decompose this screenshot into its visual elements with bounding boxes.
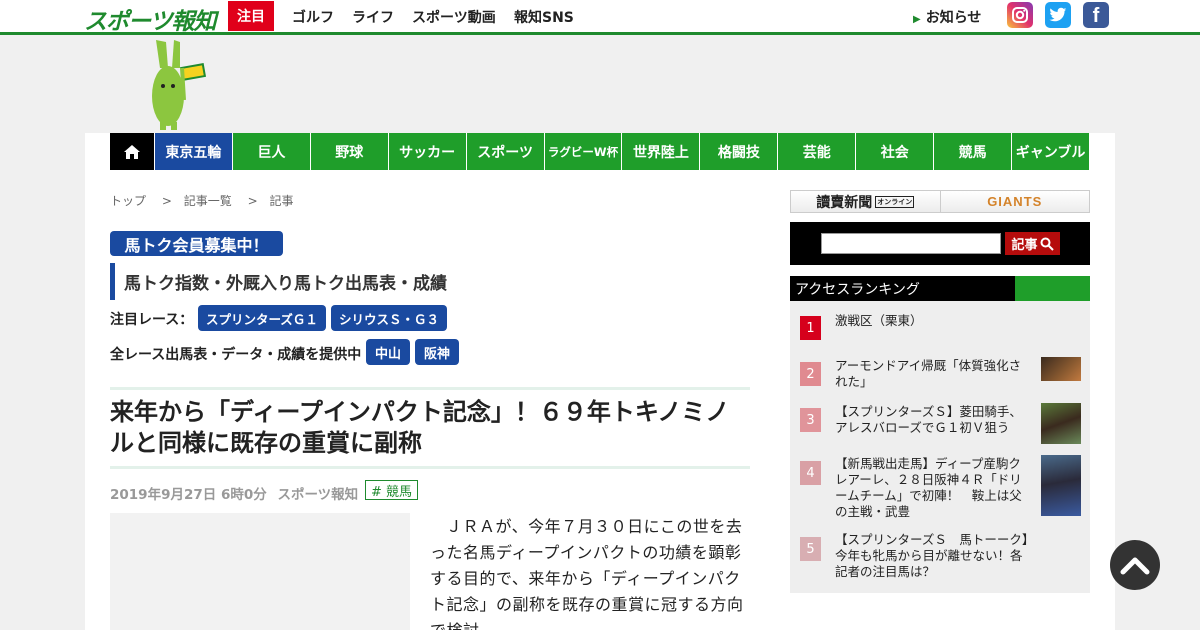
search-button[interactable]: 記事 [1005, 232, 1060, 255]
nav-tab-tokyo-olympics[interactable]: 東京五輪 [153, 133, 232, 170]
nav-tab-athletics[interactable]: 世界陸上 [621, 133, 700, 170]
search-icon [1040, 237, 1054, 251]
chevron-up-icon [1120, 557, 1150, 575]
nav-link-sns[interactable]: 報知SNS [514, 7, 574, 27]
article-source: スポーツ報知 [277, 487, 359, 503]
nav-tab-soccer[interactable]: サッカー [387, 133, 466, 170]
triangle-right-icon: ▶ [913, 14, 921, 25]
partner-banner: 讀賣新聞 オンライン GIANTS [790, 190, 1090, 213]
category-tag[interactable]: # 競馬 [365, 480, 419, 500]
nav-tab-rugby-wc[interactable]: ラグビーW杯 [543, 133, 622, 170]
rank-thumbnail[interactable] [1041, 403, 1081, 444]
rank-thumbnail[interactable] [1041, 455, 1081, 516]
top-header: スポーツ報知 注目 ゴルフ ライフ スポーツ動画 報知SNS ▶ お知らせ f [0, 0, 1200, 36]
title-rule-top [110, 387, 750, 390]
rank-title: アーモンドアイ帰厩「体質強化された」 [835, 358, 1022, 389]
breadcrumb-list[interactable]: 記事一覧 [184, 194, 232, 208]
hot-topics-button[interactable]: 注目 [228, 1, 274, 31]
breadcrumb: トップ > 記事一覧 > 記事 [110, 192, 299, 209]
search-button-label: 記事 [1011, 238, 1038, 253]
race-button-sirius[interactable]: シリウスＳ・Ｇ３ [331, 305, 447, 331]
news-label: お知らせ [925, 10, 982, 26]
rank-number: 2 [800, 362, 821, 386]
search-input[interactable] [821, 233, 1001, 254]
mascot-illustration [146, 38, 210, 130]
title-rule-bottom [110, 466, 750, 469]
rank-title: 【スプリンターズＳ】菱田騎手、アレスバローズでＧ１初Ｖ狙う [835, 404, 1022, 435]
rank-title: 【新馬戦出走馬】ディープ産駒クレアーレ、２８日阪神４Ｒ「ドリームチーム」で初陣！… [835, 456, 1022, 519]
site-logo[interactable]: スポーツ報知 [84, 2, 217, 36]
breadcrumb-top[interactable]: トップ [110, 194, 146, 208]
news-link[interactable]: ▶ お知らせ [913, 7, 981, 27]
article-photo[interactable] [110, 513, 410, 630]
rank-title: 激戦区（栗東） [835, 313, 923, 328]
rank-number: 5 [800, 537, 821, 561]
nav-tab-baseball[interactable]: 野球 [309, 133, 388, 170]
article-title: 来年から「ディープインパクト記念」！６９年トキノミノルと同様に既存の重賞に副称 [110, 398, 730, 457]
ranking-title: アクセスランキング [790, 276, 1015, 301]
search-box: 記事 [790, 222, 1090, 265]
nav-tab-gamble[interactable]: ギャンブル [1011, 133, 1090, 170]
nav-tab-martial-arts[interactable]: 格闘技 [699, 133, 778, 170]
twitter-icon[interactable] [1045, 2, 1071, 28]
article-body: ＪＲＡが、今年７月３０日にこの世を去った名馬ディープインパクトの功績を顕彰する目… [430, 517, 744, 630]
rank-number: 1 [800, 316, 821, 340]
membership-badge[interactable]: 馬トク会員募集中！ [110, 231, 283, 256]
giants-banner[interactable]: GIANTS [939, 191, 1090, 212]
nav-tab-society[interactable]: 社会 [855, 133, 934, 170]
yomiuri-banner[interactable]: 讀賣新聞 オンライン [791, 191, 940, 212]
breadcrumb-current: 記事 [269, 194, 294, 208]
home-icon[interactable] [110, 133, 154, 170]
yomiuri-logo: 讀賣新聞 [816, 194, 873, 211]
article-date: 2019年9月27日 6時0分 [110, 487, 267, 503]
nav-tab-entertainment[interactable]: 芸能 [777, 133, 856, 170]
breadcrumb-separator: > [161, 194, 172, 208]
nav-tab-horse-racing[interactable]: 競馬 [933, 133, 1012, 170]
global-nav: 東京五輪 巨人 野球 サッカー スポーツ ラグビーW杯 世界陸上 格闘技 芸能 … [110, 133, 1090, 170]
facebook-icon[interactable]: f [1083, 2, 1109, 28]
all-races-label: 全レース出馬表・データ・成績を提供中 [110, 347, 362, 363]
featured-race-label: 注目レース： [110, 312, 194, 328]
ranking-list: 1 激戦区（栗東） 2 アーモンドアイ帰厩「体質強化された」 3 【スプリンター… [790, 301, 1090, 593]
venue-button-hanshin[interactable]: 阪神 [415, 339, 459, 365]
rank-number: 3 [800, 408, 821, 432]
instagram-icon[interactable] [1007, 2, 1033, 28]
ranking-title-accent [1015, 276, 1090, 301]
rank-title: 【スプリンターズＳ 馬トーーク】今年も牝馬から目が離せない！各記者の注目馬は？ [835, 532, 1029, 579]
nav-link-life[interactable]: ライフ [352, 7, 394, 27]
back-to-top-button[interactable] [1110, 540, 1160, 590]
venue-button-nakayama[interactable]: 中山 [366, 339, 410, 365]
rank-thumbnail[interactable] [1041, 357, 1081, 381]
nav-tab-sports[interactable]: スポーツ [465, 133, 544, 170]
nav-link-sports-video[interactable]: スポーツ動画 [412, 7, 496, 27]
nav-link-golf[interactable]: ゴルフ [292, 7, 334, 27]
article-meta: 2019年9月27日 6時0分 スポーツ報知 [110, 483, 358, 503]
rank-number: 4 [800, 461, 821, 485]
race-button-sprinters[interactable]: スプリンターズＧ１ [198, 305, 326, 331]
breadcrumb-separator: > [247, 194, 258, 208]
header-divider [0, 32, 1200, 35]
nav-tab-giants[interactable]: 巨人 [231, 133, 310, 170]
promo-subtitle[interactable]: 馬トク指数・外厩入り馬トク出馬表・成績 [110, 263, 447, 300]
yomiuri-online-label: オンライン [875, 195, 915, 208]
